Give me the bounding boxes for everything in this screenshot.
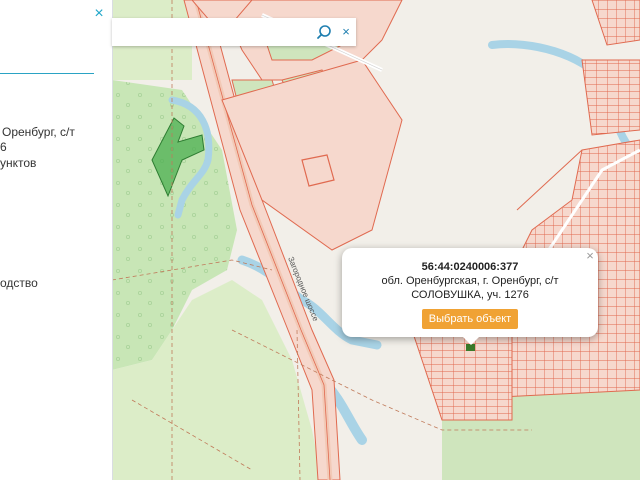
panel-divider (0, 73, 94, 74)
close-icon[interactable]: × (92, 6, 106, 22)
panel-text-usage: одство (0, 276, 38, 290)
map-layer[interactable]: Загородное шоссе (112, 0, 640, 480)
parcel-popup: × 56:44:0240006:377 обл. Оренбургская, г… (342, 248, 598, 337)
select-object-button[interactable]: Выбрать объект (422, 309, 518, 329)
panel-text-points: унктов (0, 156, 37, 170)
popup-pointer (462, 336, 480, 345)
parcel-marker[interactable] (466, 344, 475, 351)
map-canvas[interactable]: Загородное шоссе (112, 0, 640, 480)
clear-search-icon[interactable]: × (340, 25, 352, 39)
panel-text-number: 6 (0, 140, 7, 154)
search-input[interactable] (112, 18, 324, 46)
side-panel: × Оренбург, с/т 6 унктов одство (0, 0, 113, 480)
cadastral-number: 56:44:0240006:377 (421, 261, 519, 273)
parcel-address: обл. Оренбургская, г. Оренбург, с/т СОЛО… (381, 275, 559, 301)
search-icon[interactable] (316, 24, 332, 40)
panel-text-region: Оренбург, с/т (2, 125, 75, 139)
